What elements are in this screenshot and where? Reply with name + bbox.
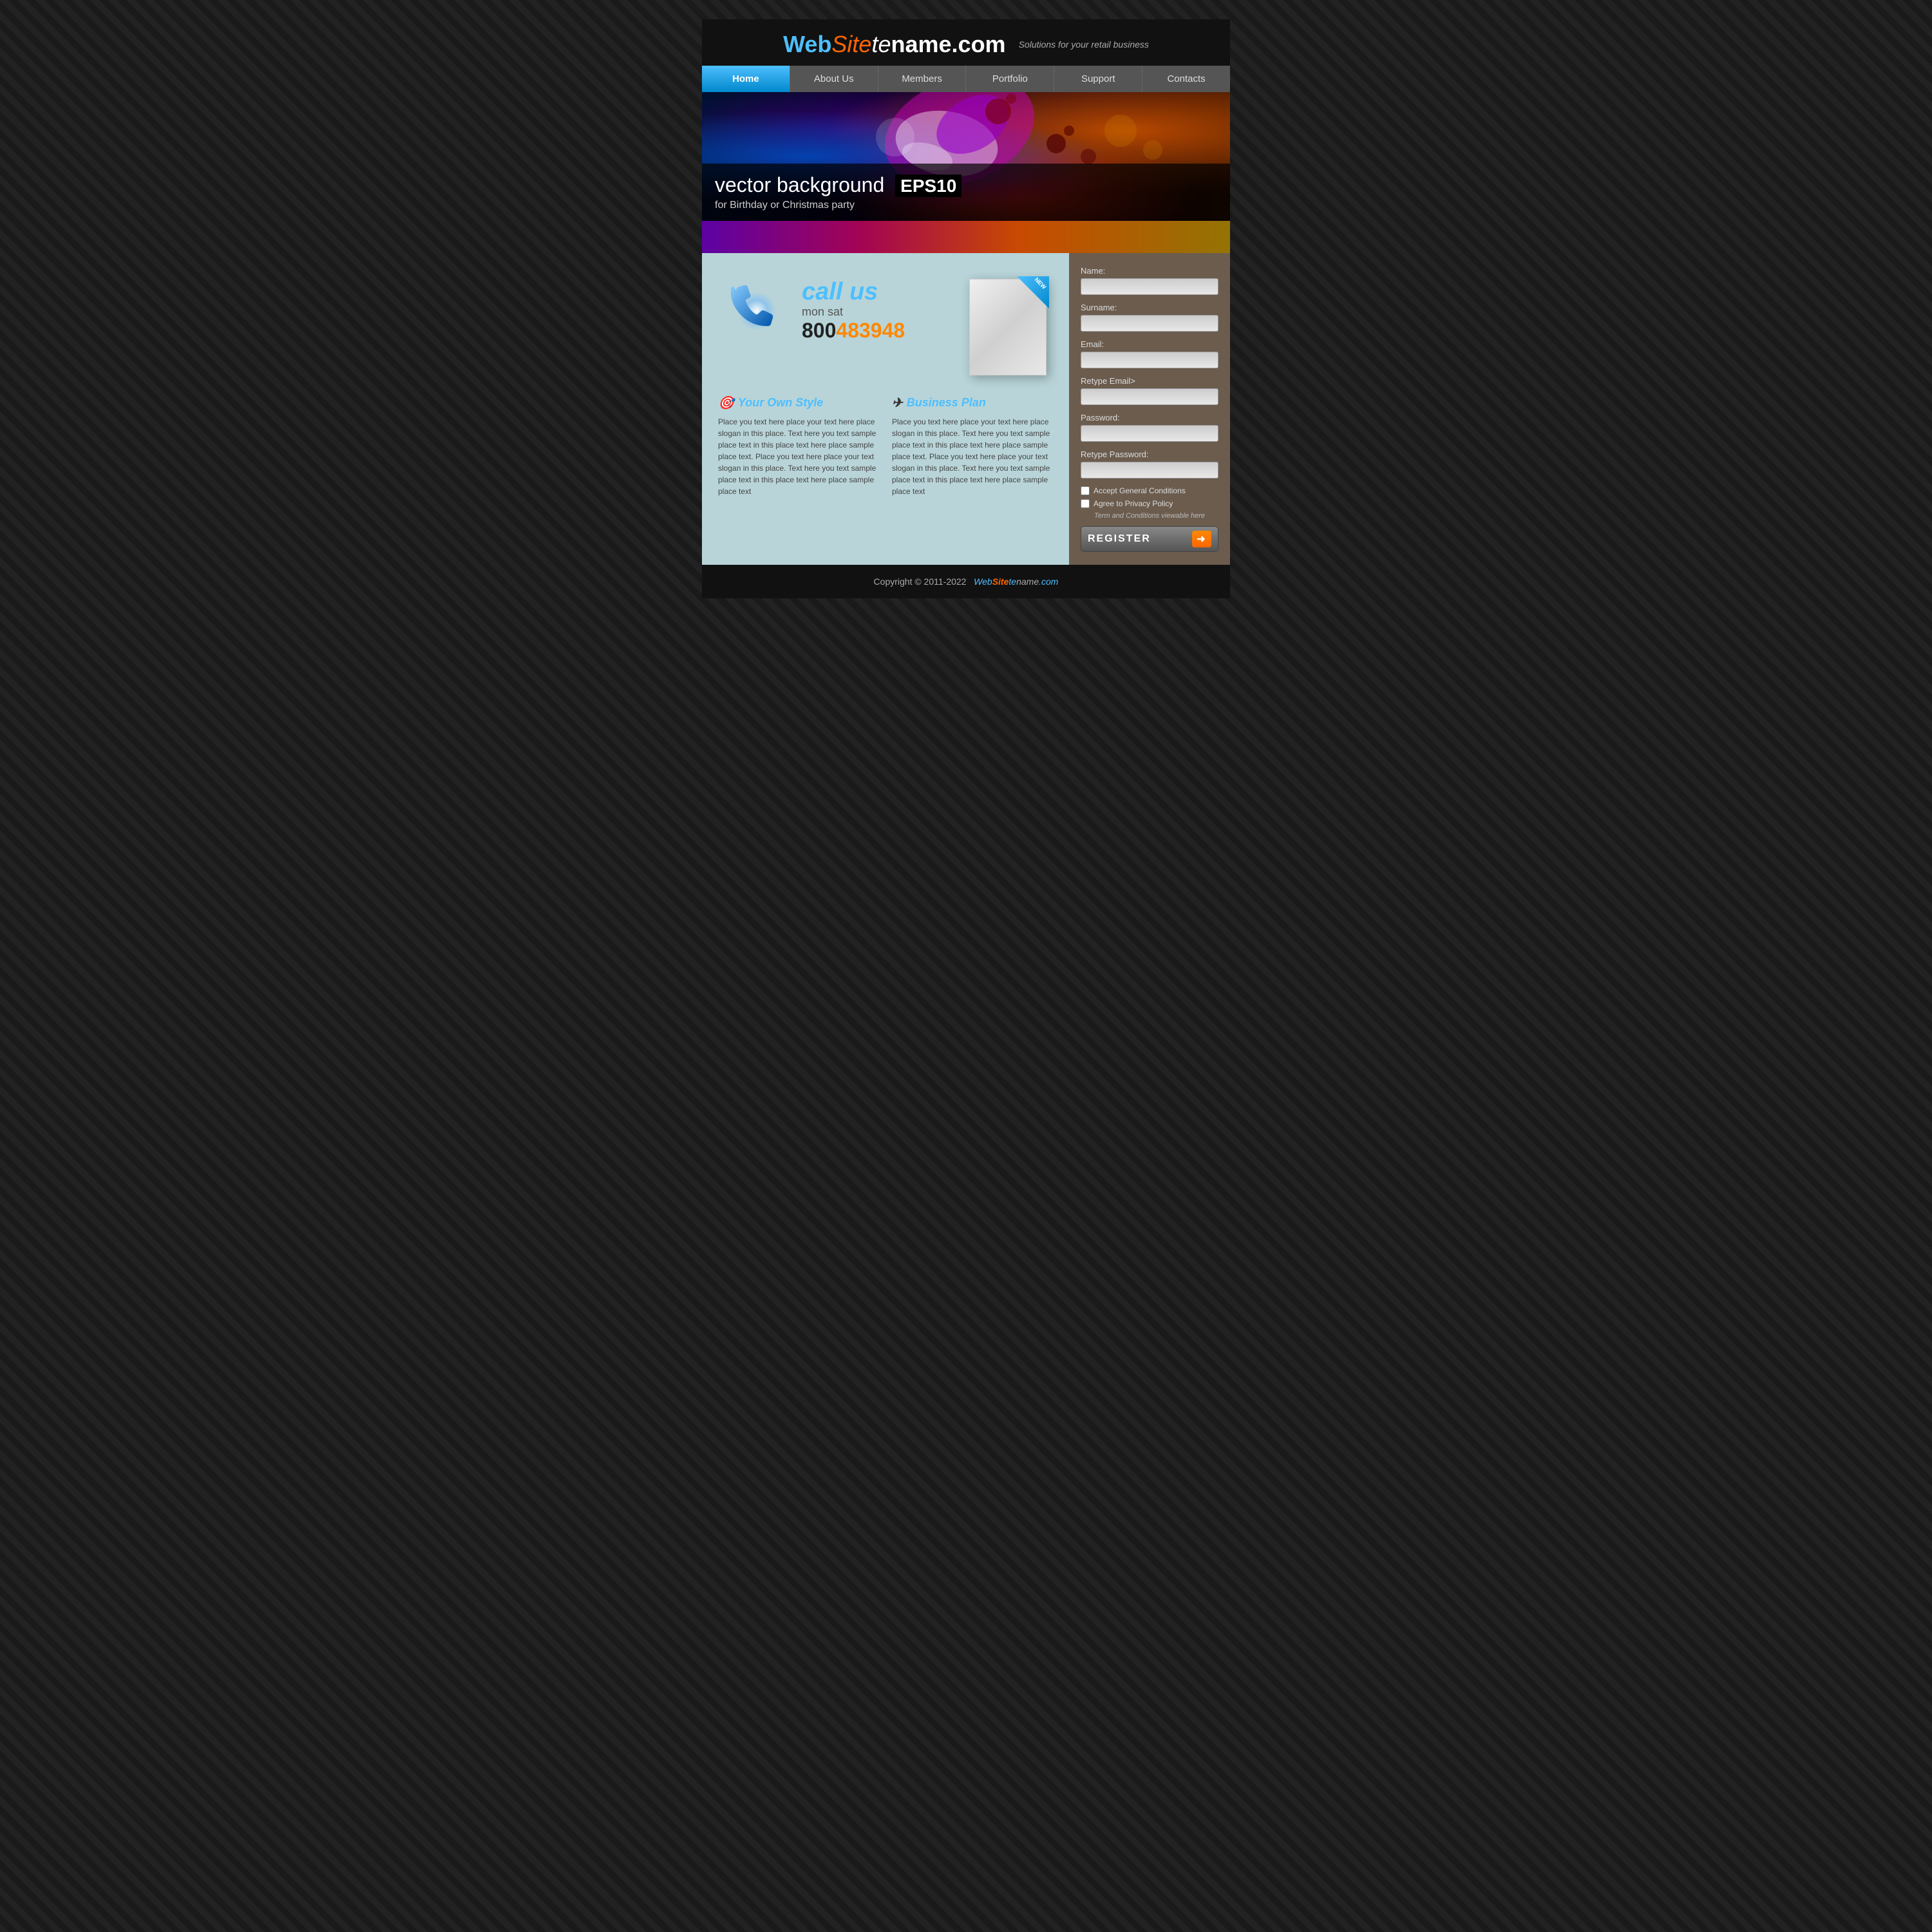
target-icon: 🎯	[718, 395, 734, 411]
retype-password-input[interactable]	[1081, 462, 1218, 478]
retype-email-input[interactable]	[1081, 388, 1218, 405]
nav-item-about[interactable]: About Us	[790, 66, 878, 92]
accept-conditions-row: Accept General Conditions	[1081, 486, 1218, 495]
site-tagline: Solutions for your retail business	[1019, 39, 1149, 50]
privacy-policy-label: Agree to Privacy Policy	[1094, 499, 1173, 508]
site-title: WebSitetename.com	[783, 31, 1006, 58]
hero-text-area: vector background EPS10 for Birthday or …	[702, 164, 1230, 221]
retype-email-label: Retype Email>	[1081, 376, 1218, 386]
site-name-te: te	[871, 31, 891, 57]
privacy-policy-checkbox[interactable]	[1081, 499, 1090, 508]
footer-site-name: WebSitetename.com	[974, 576, 1058, 587]
call-us-text: call us mon sat 800483948	[802, 279, 950, 343]
main-content: call us mon sat 800483948 NEW	[702, 253, 1230, 565]
password-label: Password:	[1081, 413, 1218, 422]
call-us-label: call us	[802, 279, 950, 304]
top-content: call us mon sat 800483948 NEW	[718, 272, 1053, 382]
phone-icon	[731, 285, 782, 337]
hero-title: vector background EPS10	[715, 173, 1217, 197]
feature-text-1: Place you text here place your text here…	[718, 416, 879, 497]
call-us-block: call us mon sat 800483948	[718, 272, 950, 369]
product-block: NEW	[963, 272, 1053, 382]
schedule-text: mon sat	[802, 305, 950, 319]
nav-item-support[interactable]: Support	[1054, 66, 1142, 92]
nav-item-portfolio[interactable]: Portfolio	[966, 66, 1054, 92]
register-arrow-icon: ➜	[1192, 531, 1211, 547]
name-field: Name:	[1081, 266, 1218, 295]
retype-password-field: Retype Password:	[1081, 450, 1218, 478]
accept-conditions-label: Accept General Conditions	[1094, 486, 1186, 495]
content-left: call us mon sat 800483948 NEW	[702, 253, 1069, 565]
feature-title-1: 🎯 Your Own Style	[718, 395, 879, 411]
surname-field: Surname:	[1081, 303, 1218, 332]
feature-text-2: Place you text here place your text here…	[892, 416, 1053, 497]
nav-item-members[interactable]: Members	[878, 66, 967, 92]
nav-item-contacts[interactable]: Contacts	[1142, 66, 1230, 92]
navigation: Home About Us Members Portfolio Support …	[702, 66, 1230, 92]
call-us-area: call us mon sat 800483948	[718, 272, 950, 350]
site-name-name: name	[891, 31, 952, 57]
email-input[interactable]	[1081, 352, 1218, 368]
features-row: 🎯 Your Own Style Place you text here pla…	[718, 395, 1053, 497]
retype-email-field: Retype Email>	[1081, 376, 1218, 405]
second-banner	[702, 221, 1230, 253]
name-input[interactable]	[1081, 278, 1218, 295]
register-button[interactable]: REGISTER ➜	[1081, 526, 1218, 552]
phone-number: 800483948	[802, 319, 950, 343]
password-field: Password:	[1081, 413, 1218, 442]
feature-col-1: 🎯 Your Own Style Place you text here pla…	[718, 395, 879, 497]
site-name-site: Site	[831, 31, 871, 57]
accept-conditions-checkbox[interactable]	[1081, 486, 1090, 495]
hero-subtitle: for Birthday or Christmas party	[715, 200, 1217, 211]
eps-badge: EPS10	[895, 175, 961, 197]
feature-col-2: ✈ Business Plan Place you text here plac…	[892, 395, 1053, 497]
retype-password-label: Retype Password:	[1081, 450, 1218, 459]
header: WebSitetename.com Solutions for your ret…	[702, 19, 1230, 66]
site-name-dotcom: .com	[952, 31, 1006, 57]
phone-icon-area	[718, 272, 795, 350]
checkbox-area: Accept General Conditions Agree to Priva…	[1081, 486, 1218, 508]
email-label: Email:	[1081, 339, 1218, 349]
feature-title-2: ✈ Business Plan	[892, 395, 1053, 411]
surname-input[interactable]	[1081, 315, 1218, 332]
page-wrapper: WebSitetename.com Solutions for your ret…	[702, 19, 1230, 598]
plane-icon: ✈	[892, 395, 903, 411]
footer: Copyright © 2011-2022 WebSitetename.com	[702, 565, 1230, 598]
phone-rest: 483948	[836, 319, 905, 342]
product-ribbon: NEW	[1017, 276, 1049, 308]
footer-copyright: Copyright © 2011-2022	[874, 576, 967, 587]
terms-text: Term and Conditions viewable here	[1081, 512, 1218, 520]
register-button-label: REGISTER	[1088, 533, 1151, 545]
product-box: NEW	[969, 279, 1046, 375]
email-field: Email:	[1081, 339, 1218, 368]
nav-item-home[interactable]: Home	[702, 66, 790, 92]
registration-form-panel: Name: Surname: Email: Retype Email> Pass…	[1069, 253, 1230, 565]
name-label: Name:	[1081, 266, 1218, 276]
password-input[interactable]	[1081, 425, 1218, 442]
phone-prefix: 800	[802, 319, 836, 342]
site-name-web: Web	[783, 31, 831, 57]
surname-label: Surname:	[1081, 303, 1218, 312]
privacy-policy-row: Agree to Privacy Policy	[1081, 499, 1218, 508]
hero-banner: vector background EPS10 for Birthday or …	[702, 92, 1230, 221]
